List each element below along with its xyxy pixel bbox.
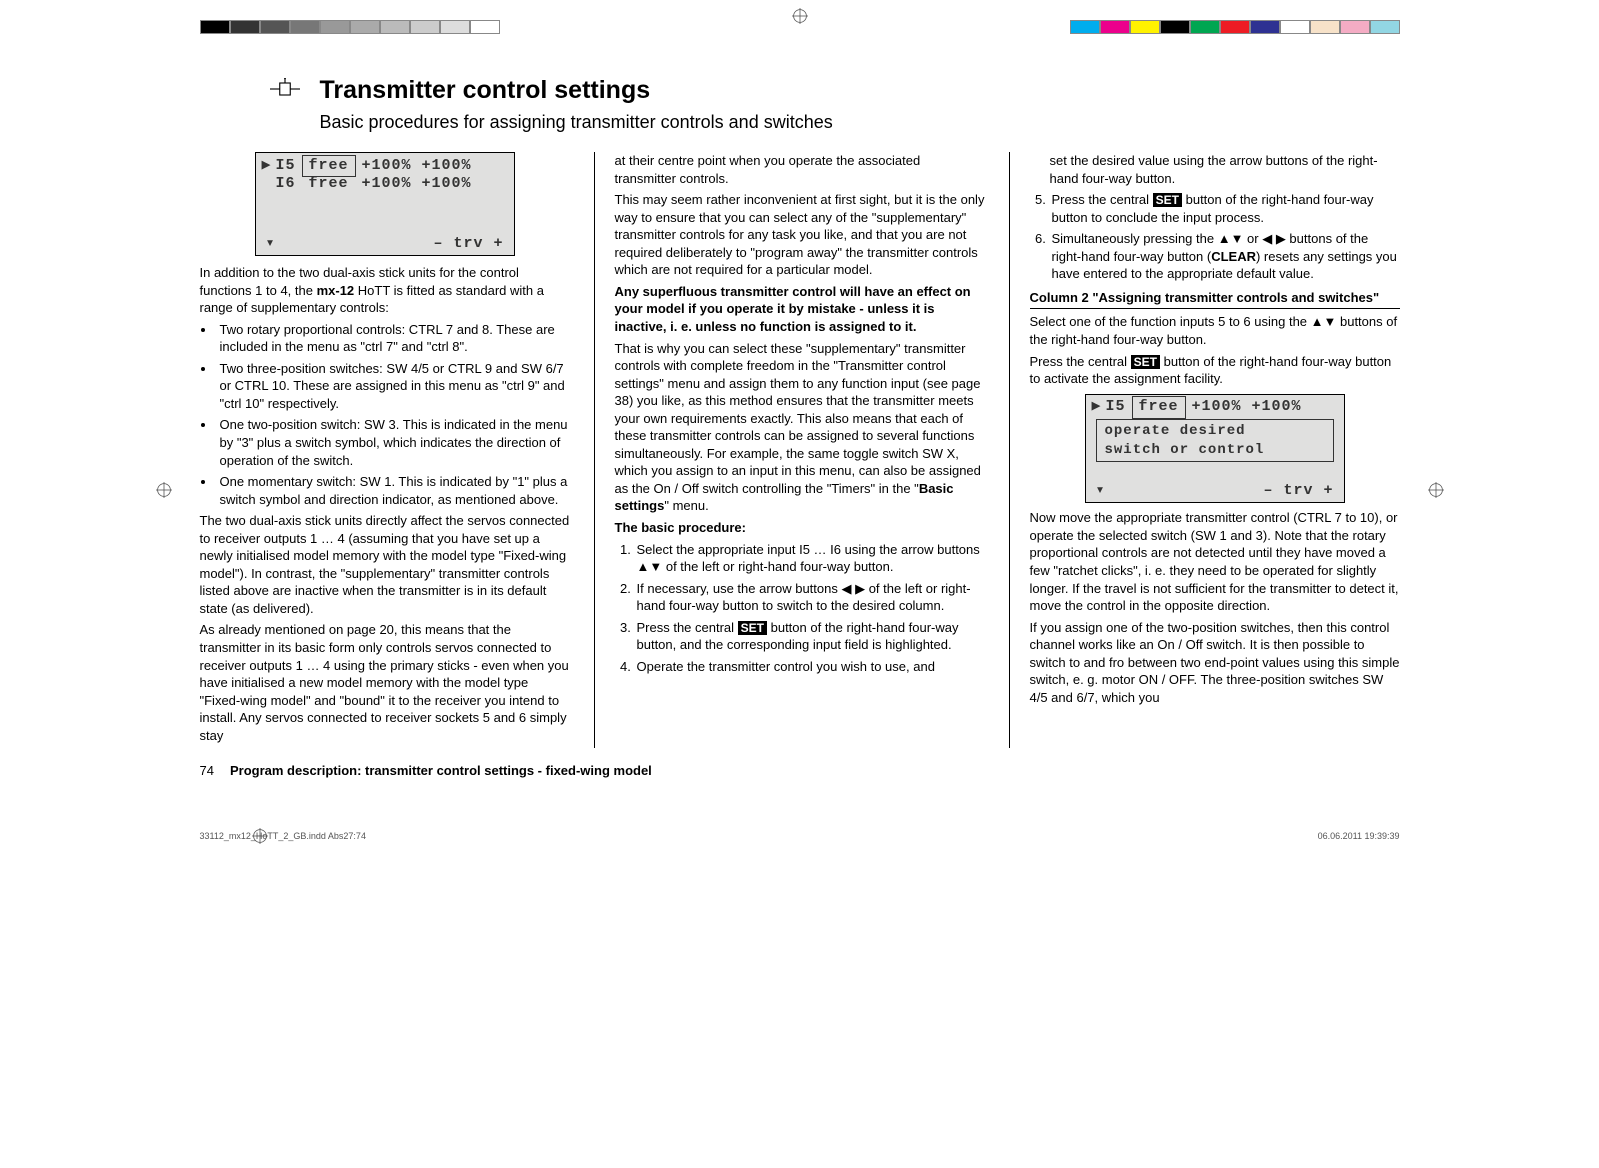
column-1: ▶ I5 free +100% +100% I6 free +100% +100… — [200, 152, 570, 748]
lcd-message-box: operate desired switch or control — [1096, 419, 1334, 463]
list-item: Select the appropriate input I5 … I6 usi… — [635, 541, 985, 576]
lcd-screenshot-1: ▶ I5 free +100% +100% I6 free +100% +100… — [255, 152, 515, 256]
registration-mark-top — [792, 6, 808, 30]
list-item: Operate the transmitter control you wish… — [635, 658, 985, 676]
color-swatch — [200, 20, 230, 34]
lcd-value: free — [302, 174, 356, 194]
numbered-list: Select the appropriate input I5 … I6 usi… — [615, 541, 985, 676]
section-heading: Column 2 "Assigning transmitter controls… — [1030, 289, 1400, 310]
body-text: Press the central SET button of the righ… — [1030, 353, 1400, 388]
page-title: Transmitter control settings — [320, 74, 651, 108]
set-button-badge: SET — [1131, 355, 1160, 369]
procedure-heading: The basic procedure: — [615, 519, 985, 537]
color-swatch — [380, 20, 410, 34]
list-item: If necessary, use the arrow buttons ◀ ▶ … — [635, 580, 985, 615]
color-swatch — [1310, 20, 1340, 34]
set-button-badge: SET — [738, 621, 767, 635]
color-swatch — [1340, 20, 1370, 34]
lcd-values: +100% +100% — [1192, 397, 1302, 417]
lcd-row-label: I6 — [276, 174, 302, 194]
print-job-footer: 33112_mx12_HoTT_2_GB.indd Abs27:74 06.06… — [200, 830, 1400, 842]
body-text: This may seem rather inconvenient at fir… — [615, 191, 985, 279]
body-text: As already mentioned on page 20, this me… — [200, 621, 570, 744]
list-item: Simultaneously pressing the ▲▼ or ◀ ▶ bu… — [1050, 230, 1400, 283]
color-swatch — [1130, 20, 1160, 34]
color-swatch — [440, 20, 470, 34]
color-swatch — [260, 20, 290, 34]
body-text: That is why you can select these "supple… — [615, 340, 985, 515]
footer-title: Program description: transmitter control… — [230, 762, 652, 780]
body-text: at their centre point when you operate t… — [615, 152, 985, 187]
color-swatch — [290, 20, 320, 34]
lcd-cursor-icon: ▶ — [262, 156, 276, 176]
color-swatch — [1370, 20, 1400, 34]
registration-mark-left — [156, 480, 172, 504]
color-swatch — [1100, 20, 1130, 34]
registration-mark-right — [1428, 480, 1444, 504]
color-swatch — [350, 20, 380, 34]
list-item: Press the central SET button of the righ… — [635, 619, 985, 654]
body-text: Now move the appropriate transmitter con… — [1030, 509, 1400, 614]
page-footer: 74 Program description: transmitter cont… — [200, 762, 1400, 780]
lcd-cursor-icon: ▶ — [1092, 397, 1106, 417]
color-swatch — [410, 20, 440, 34]
lcd-footer-label: – trv + — [433, 234, 503, 254]
print-timestamp: 06.06.2011 19:39:39 — [1318, 830, 1400, 842]
lcd-values: +100% +100% — [362, 174, 472, 194]
color-swatch — [1070, 20, 1100, 34]
body-text: If you assign one of the two-position sw… — [1030, 619, 1400, 707]
body-text: Select one of the function inputs 5 to 6… — [1030, 313, 1400, 348]
list-item: One momentary switch: SW 1. This is indi… — [216, 473, 570, 508]
color-swatch — [1190, 20, 1220, 34]
body-text: In addition to the two dual-axis stick u… — [200, 264, 570, 317]
lcd-footer-label: – trv + — [1263, 481, 1333, 501]
numbered-list-continued: Press the central SET button of the righ… — [1030, 191, 1400, 283]
column-2: at their centre point when you operate t… — [594, 152, 985, 748]
page-header: Transmitter control settings Basic proce… — [270, 74, 1400, 134]
color-swatch — [230, 20, 260, 34]
lcd-row-label: I5 — [1106, 397, 1132, 417]
print-file-name: 33112_mx12_HoTT_2_GB.indd Abs27:74 — [200, 830, 366, 842]
set-button-badge: SET — [1153, 193, 1182, 207]
transmitter-icon — [270, 78, 300, 105]
list-item: Two rotary proportional controls: CTRL 7… — [216, 321, 570, 356]
body-text: The two dual-axis stick units directly a… — [200, 512, 570, 617]
body-text: set the desired value using the arrow bu… — [1050, 152, 1400, 187]
registration-mark-bottom — [252, 828, 268, 847]
lcd-message-line: operate desired — [1105, 422, 1325, 441]
color-swatch — [1220, 20, 1250, 34]
column-3: set the desired value using the arrow bu… — [1009, 152, 1400, 748]
color-swatch — [1160, 20, 1190, 34]
body-text-bold: Any superfluous transmitter control will… — [615, 283, 985, 336]
list-item: One two-position switch: SW 3. This is i… — [216, 416, 570, 469]
lcd-down-arrow-icon: ▾ — [1096, 481, 1106, 501]
bullet-list: Two rotary proportional controls: CTRL 7… — [200, 321, 570, 508]
color-swatch — [320, 20, 350, 34]
lcd-screenshot-2: ▶ I5 free +100% +100% operate desired sw… — [1085, 394, 1345, 504]
page-number: 74 — [200, 762, 214, 780]
list-item: Two three-position switches: SW 4/5 or C… — [216, 360, 570, 413]
color-swatch — [1250, 20, 1280, 34]
lcd-message-line: switch or control — [1105, 441, 1325, 460]
list-item: Press the central SET button of the righ… — [1050, 191, 1400, 226]
color-swatch — [470, 20, 500, 34]
lcd-selected-value: free — [1132, 396, 1186, 418]
page-subtitle: Basic procedures for assigning transmitt… — [320, 110, 1400, 134]
color-swatch — [1280, 20, 1310, 34]
lcd-down-arrow-icon: ▾ — [266, 234, 276, 254]
